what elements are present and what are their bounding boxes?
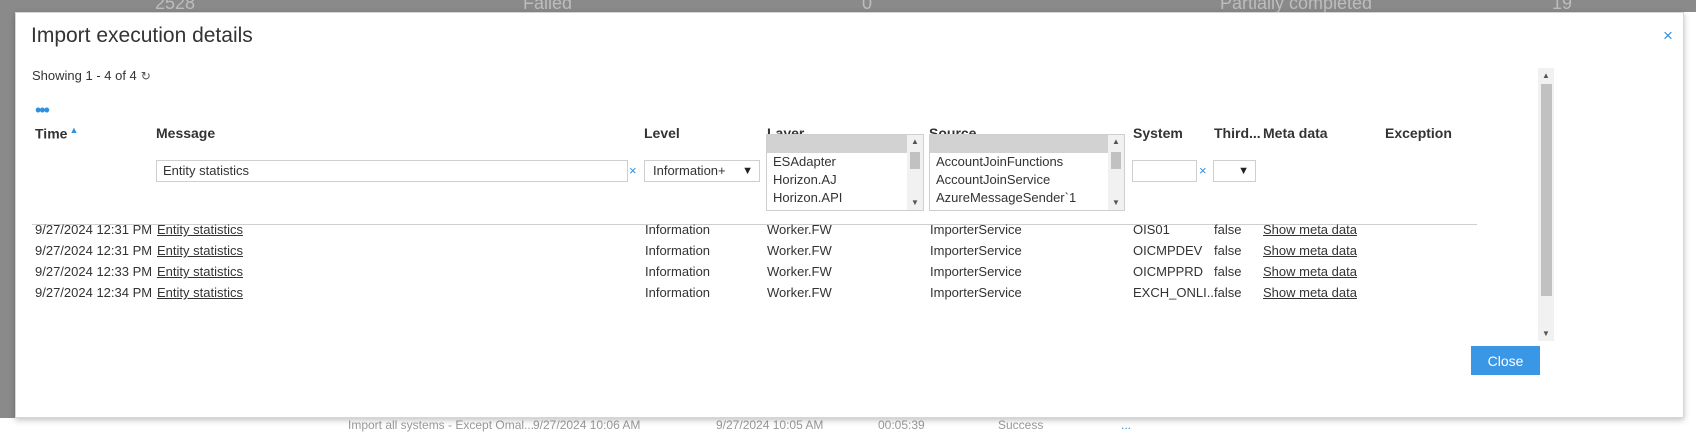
row-level: Information [645,243,711,258]
background-zero: 0 [862,0,873,12]
row-layer: Worker.FW [767,264,832,279]
row-message-link[interactable]: Entity statistics [157,222,243,237]
column-header-third[interactable]: Third... [1214,125,1261,141]
row-level: Information [645,264,711,279]
background-row-name: Import all systems - Except Omal... [348,418,535,432]
show-meta-data-link[interactable]: Show meta data [1263,243,1357,258]
layer-option-all[interactable] [767,135,923,153]
scrollbar-thumb[interactable] [910,152,920,169]
column-header-time[interactable]: Time ▲ [35,125,78,142]
scroll-up-icon[interactable]: ▲ [1542,71,1550,80]
layer-option-horizon-api[interactable]: Horizon.API [767,189,923,207]
row-third: false [1214,222,1242,237]
row-level: Information [645,222,711,237]
row-source: ImporterService [930,264,1022,279]
source-filter-listbox[interactable]: AccountJoinFunctions AccountJoinService … [929,134,1125,211]
level-filter-select[interactable]: Information+ ▼ [644,160,760,182]
background-status-failed: Failed [523,0,573,12]
row-system: EXCH_ONLI... [1133,285,1218,300]
column-header-message[interactable]: Message [156,125,215,141]
background-count: 2528 [155,0,196,12]
scroll-up-icon[interactable]: ▲ [1112,137,1120,146]
layer-option-esadapter[interactable]: ESAdapter [767,153,923,171]
close-icon[interactable]: × [1663,27,1673,44]
background-table-row: Import all systems - Except Omal... 9/27… [0,418,1696,442]
row-system: OICMPPRD [1133,264,1204,279]
results-count: Showing 1 - 4 of 4 ↻ [32,68,151,83]
background-row-more[interactable]: ... [1121,418,1131,432]
scroll-down-icon[interactable]: ▼ [1112,198,1120,207]
background-number: 19 [1552,0,1573,12]
system-filter-input[interactable] [1132,160,1197,182]
row-source: ImporterService [930,243,1022,258]
import-details-modal: Import execution details × Showing 1 - 4… [15,12,1684,418]
header-divider [32,224,1477,225]
results-count-text: Showing 1 - 4 of 4 [32,68,137,83]
close-button[interactable]: Close [1471,346,1540,375]
row-third: false [1214,264,1242,279]
column-header-meta-data[interactable]: Meta data [1263,125,1328,141]
background-status-partial: Partially completed [1220,0,1373,12]
refresh-icon[interactable]: ↻ [141,69,151,83]
show-meta-data-link[interactable]: Show meta data [1263,264,1357,279]
background-row-start: 9/27/2024 10:06 AM [533,418,641,432]
source-listbox-scrollbar[interactable]: ▲ ▼ [1108,135,1124,210]
row-level: Information [645,285,711,300]
sort-ascending-icon: ▲ [69,125,79,135]
background-row-duration: 00:05:39 [878,418,925,432]
row-system: OICMPDEV [1133,243,1203,258]
modal-title: Import execution details [31,24,253,47]
row-source: ImporterService [930,285,1022,300]
background-summary: 2528 Failed 0 Partially completed 19 [0,0,1696,12]
background-row-status: Success [998,418,1044,432]
layer-option-horizon-aj[interactable]: Horizon.AJ [767,171,923,189]
scroll-up-icon[interactable]: ▲ [911,137,919,146]
chevron-down-icon: ▼ [742,165,753,177]
message-filter-input[interactable]: Entity statistics [156,160,628,182]
column-header-exception[interactable]: Exception [1385,125,1452,141]
source-option-accountjoinfunctions[interactable]: AccountJoinFunctions [930,153,1124,171]
row-time: 9/27/2024 12:31 PM [35,222,153,237]
source-option-accountjoinservice[interactable]: AccountJoinService [930,171,1124,189]
show-meta-data-link[interactable]: Show meta data [1263,285,1357,300]
scrollbar-thumb[interactable] [1541,84,1552,296]
third-party-filter-select[interactable]: ▼ [1213,160,1256,182]
column-header-time-label: Time [35,125,68,142]
row-time: 9/27/2024 12:33 PM [35,264,153,279]
show-meta-data-link[interactable]: Show meta data [1263,222,1357,237]
row-message-link[interactable]: Entity statistics [157,285,243,300]
chevron-down-icon: ▼ [1238,165,1249,177]
scroll-down-icon[interactable]: ▼ [1542,329,1550,338]
scrollbar-thumb[interactable] [1111,152,1121,169]
clear-system-filter-icon[interactable]: × [1199,164,1207,177]
level-filter-value: Information+ [653,163,726,178]
layer-filter-listbox[interactable]: ESAdapter Horizon.AJ Horizon.API ▲ ▼ [766,134,924,211]
row-message-link[interactable]: Entity statistics [157,264,243,279]
background-row-end: 9/27/2024 10:05 AM [716,418,824,432]
clear-message-filter-icon[interactable]: × [629,164,637,177]
content-scrollbar[interactable]: ▲ ▼ [1538,68,1554,341]
row-message-link[interactable]: Entity statistics [157,243,243,258]
row-time: 9/27/2024 12:34 PM [35,285,153,300]
row-time: 9/27/2024 12:31 PM [35,243,153,258]
scroll-down-icon[interactable]: ▼ [911,198,919,207]
column-header-system[interactable]: System [1133,125,1183,141]
row-third: false [1214,285,1242,300]
column-header-level[interactable]: Level [644,125,680,141]
source-option-all[interactable] [930,135,1124,153]
row-system: OIS01 [1133,222,1170,237]
row-layer: Worker.FW [767,222,832,237]
source-option-azuremessagesender[interactable]: AzureMessageSender`1 [930,189,1124,207]
layer-listbox-scrollbar[interactable]: ▲ ▼ [907,135,923,210]
row-layer: Worker.FW [767,243,832,258]
column-options-icon[interactable]: ••• [35,101,50,119]
row-source: ImporterService [930,222,1022,237]
row-layer: Worker.FW [767,285,832,300]
background-right-edge [1684,12,1696,418]
row-third: false [1214,243,1242,258]
